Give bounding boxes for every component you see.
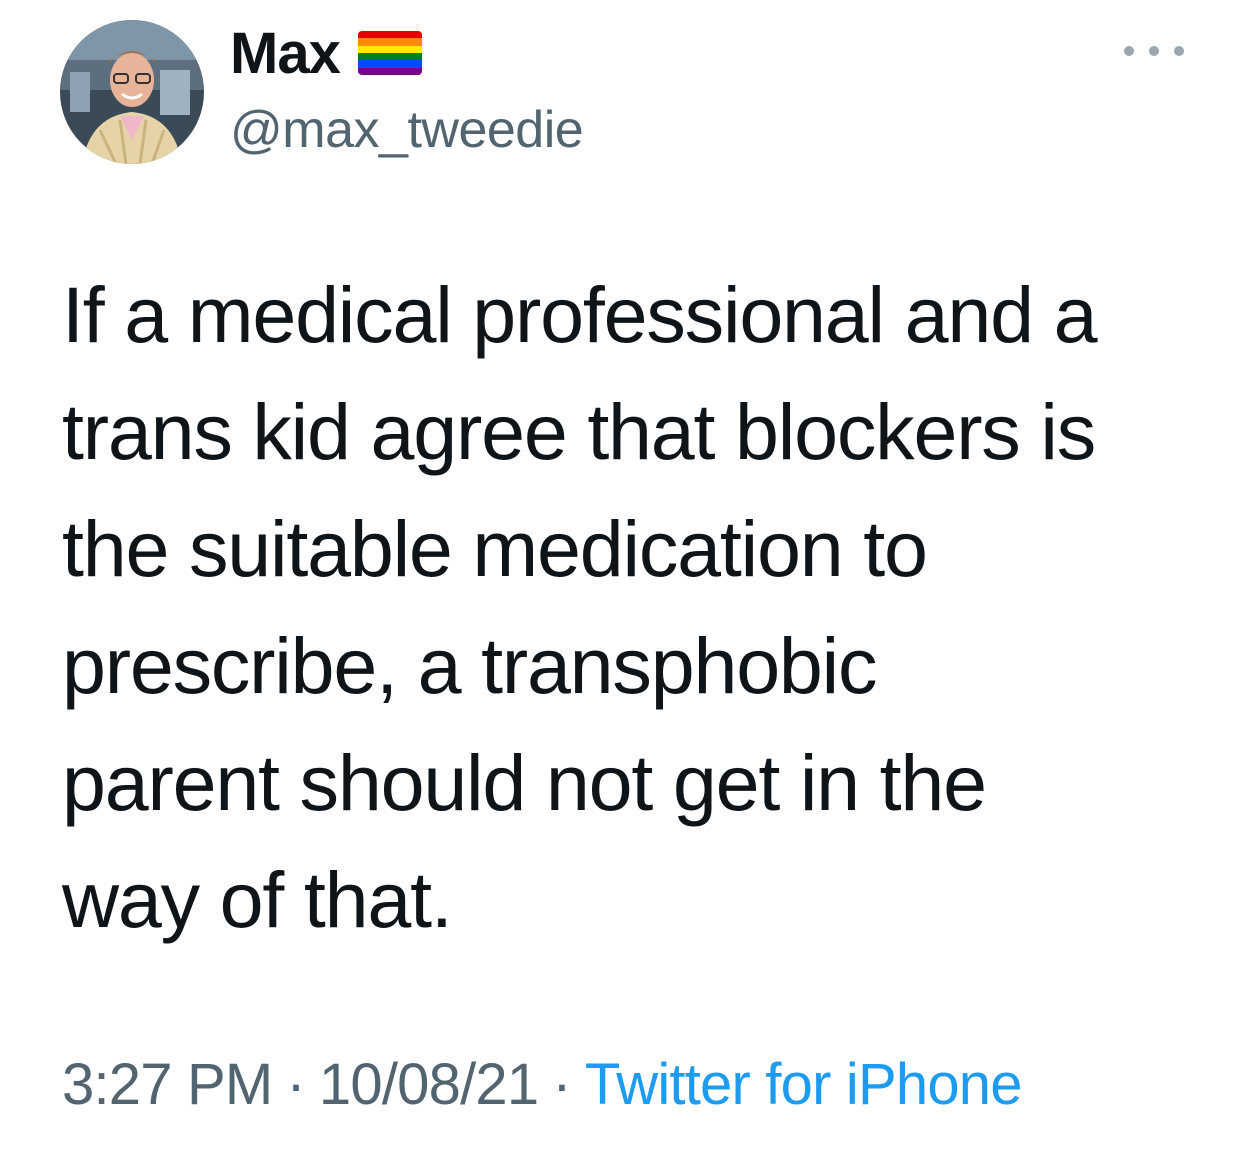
author-handle[interactable]: @max_tweedie [230,100,584,160]
profile-photo-icon [60,20,204,164]
tweet-text: If a medical professional and a trans ki… [62,256,1202,958]
tweet-text-line: If a medical professional and a [62,270,1098,359]
author-name-row[interactable]: Max [230,18,422,88]
tweet-text-line: parent should not get in the [62,738,987,827]
display-name: Max [230,20,341,86]
tweet-text-line: way of that. [62,855,453,944]
avatar[interactable] [60,20,204,164]
meta-separator: · [552,1051,571,1117]
meta-separator: · [286,1051,305,1117]
tweet-meta: 3:27 PM · 10/08/21 · Twitter for iPhone [62,1044,1023,1124]
rainbow-flag-icon [357,31,422,75]
tweet-time[interactable]: 3:27 PM [62,1051,273,1118]
tweet-source-link[interactable]: Twitter for iPhone [585,1051,1023,1118]
tweet-text-line: the suitable medication to [62,504,928,593]
tweet: Max @max_tweedie If a medical profession… [0,0,1242,1160]
tweet-date[interactable]: 10/08/21 [319,1051,539,1118]
tweet-text-line: trans kid agree that blockers is [62,387,1096,476]
tweet-text-line: prescribe, a transphobic [62,621,878,710]
more-dots-icon[interactable] [1124,36,1184,66]
